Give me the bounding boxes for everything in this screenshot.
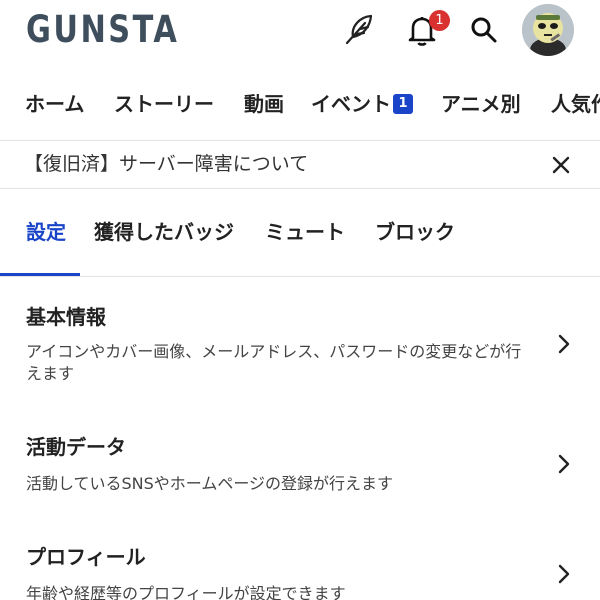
announcement-text[interactable]: 【復旧済】サーバー障害について — [24, 150, 308, 178]
chevron-right-icon — [552, 562, 576, 586]
settings-item-title: 活動データ — [26, 435, 126, 459]
nav-item-popular[interactable]: 人気作 — [551, 90, 600, 118]
divider — [0, 276, 600, 277]
tab-settings[interactable]: 設定 — [26, 217, 66, 247]
tab-mute[interactable]: ミュート — [265, 217, 345, 247]
app-logo[interactable]: GUNSTA — [26, 8, 179, 52]
event-count-badge: 1 — [393, 94, 413, 114]
main-nav: ホーム ストーリー 動画 イベント 1 アニメ別 人気作 — [0, 82, 600, 128]
feather-icon[interactable] — [338, 10, 378, 50]
settings-item-description: 年齢や経歴等のプロフィールが設定できます — [26, 584, 346, 600]
nav-item-label: イベント — [311, 92, 391, 116]
announcement-banner[interactable]: 【復旧済】サーバー障害について — [0, 141, 600, 188]
settings-item-activity-data[interactable]: 活動データ 活動しているSNSやホームページの登録が行えます — [0, 420, 600, 520]
notification-button[interactable]: 1 — [400, 8, 450, 52]
nav-item-label: ホーム — [25, 92, 85, 116]
avatar[interactable] — [522, 4, 574, 56]
tab-block[interactable]: ブロック — [375, 217, 455, 247]
nav-item-video[interactable]: 動画 — [244, 90, 284, 118]
notification-count-badge: 1 — [429, 10, 450, 31]
nav-item-label: 人気作 — [551, 92, 600, 116]
nav-item-label: 動画 — [244, 92, 284, 116]
nav-item-story[interactable]: ストーリー — [114, 90, 214, 118]
settings-item-description: 活動しているSNSやホームページの登録が行えます — [26, 474, 394, 493]
nav-item-label: アニメ別 — [441, 92, 521, 116]
chevron-right-icon — [552, 332, 576, 356]
settings-item-title: プロフィール — [26, 545, 146, 569]
close-icon[interactable] — [545, 149, 577, 181]
divider — [0, 188, 600, 189]
chevron-right-icon — [552, 452, 576, 476]
settings-item-basic-info[interactable]: 基本情報 アイコンやカバー画像、メールアドレス、パスワードの変更などが行えます — [0, 290, 600, 400]
search-icon[interactable] — [464, 10, 504, 50]
settings-item-title: 基本情報 — [26, 305, 106, 329]
nav-item-anime[interactable]: アニメ別 — [441, 90, 521, 118]
settings-item-description: アイコンやカバー画像、メールアドレス、パスワードの変更などが行えます — [26, 342, 522, 383]
nav-item-home[interactable]: ホーム — [25, 90, 84, 118]
nav-item-label: ストーリー — [114, 92, 214, 116]
app-header: GUNSTA 1 — [0, 0, 600, 62]
tab-badges[interactable]: 獲得したバッジ — [94, 217, 234, 247]
settings-item-profile[interactable]: プロフィール 年齢や経歴等のプロフィールが設定できます — [0, 530, 600, 600]
settings-tabs: 設定 獲得したバッジ ミュート ブロック — [0, 200, 600, 278]
nav-item-event[interactable]: イベント 1 — [311, 90, 413, 118]
